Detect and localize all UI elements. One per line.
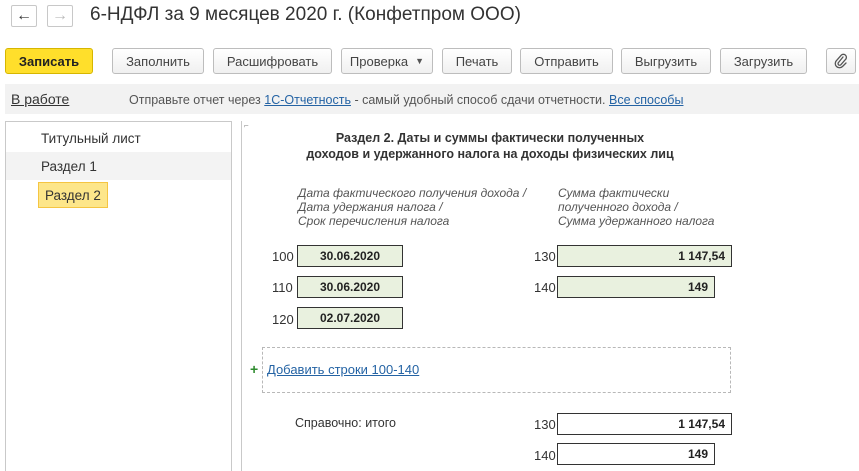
arrow-right-icon: → <box>52 7 68 24</box>
left-head-line-3: Срок перечисления налога <box>298 214 450 228</box>
total-tax-field: 149 <box>557 443 715 465</box>
attach-button[interactable] <box>826 48 856 74</box>
sidebar-item-label: Раздел 1 <box>41 158 97 174</box>
back-button[interactable]: ← <box>11 5 37 27</box>
sidebar-item-title-page[interactable]: Титульный лист <box>6 124 231 152</box>
fill-button[interactable]: Заполнить <box>112 48 204 74</box>
sections-sidebar: Титульный лист Раздел 1 Раздел 2 <box>5 121 232 471</box>
info-message: Отправьте отчет через 1С-Отчетность - са… <box>129 93 683 107</box>
panel-divider <box>241 121 242 471</box>
info-text-after: - самый удобный способ сдачи отчетности. <box>350 93 609 107</box>
left-column-header: Дата фактического получения дохода / Дат… <box>298 186 526 228</box>
income-amount-field[interactable]: 1 147,54 <box>557 245 732 267</box>
check-dropdown-button[interactable]: Проверка ▼ <box>341 48 433 74</box>
tax-withheld-date-field[interactable]: 30.06.2020 <box>297 276 403 298</box>
import-button[interactable]: Загрузить <box>720 48 807 74</box>
forward-button[interactable]: → <box>47 5 73 27</box>
paperclip-icon <box>834 53 848 69</box>
right-head-line-2: полученного дохода / <box>558 200 678 214</box>
print-button[interactable]: Печать <box>442 48 512 74</box>
total-line-code-130: 130 <box>534 417 556 432</box>
save-button[interactable]: Записать <box>5 48 93 74</box>
reference-total-label: Справочно: итого <box>295 416 396 430</box>
total-income-field: 1 147,54 <box>557 413 732 435</box>
sidebar-item-label: Титульный лист <box>41 130 141 146</box>
line-code-100: 100 <box>272 249 294 264</box>
right-head-line-3: Сумма удержанного налога <box>558 214 715 228</box>
right-head-line-1: Сумма фактически <box>558 186 670 200</box>
service-link[interactable]: 1С-Отчетность <box>264 93 351 107</box>
info-text-before: Отправьте отчет через <box>129 93 265 107</box>
decode-button[interactable]: Расшифровать <box>213 48 332 74</box>
plus-icon: + <box>250 361 259 377</box>
income-date-field[interactable]: 30.06.2020 <box>297 245 403 267</box>
total-line-code-140: 140 <box>534 448 556 463</box>
line-code-130: 130 <box>534 249 556 264</box>
left-head-line-1: Дата фактического получения дохода / <box>298 186 527 200</box>
page-title: 6-НДФЛ за 9 месяцев 2020 г. (Конфетпром … <box>90 4 521 25</box>
triangle-down-icon: ▼ <box>415 56 425 66</box>
sidebar-item-label: Раздел 2 <box>38 182 108 208</box>
add-rows-link[interactable]: Добавить строки 100-140 <box>267 362 419 377</box>
sidebar-item-section-2[interactable]: Раздел 2 <box>6 180 231 208</box>
line-code-120: 120 <box>272 312 294 327</box>
sidebar-item-section-1[interactable]: Раздел 1 <box>6 152 231 180</box>
line-code-140: 140 <box>534 280 556 295</box>
arrow-left-icon: ← <box>16 7 32 24</box>
check-button-label: Проверка <box>349 53 409 69</box>
section-title-line-1: Раздел 2. Даты и суммы фактически получе… <box>335 131 645 145</box>
tax-transfer-deadline-field[interactable]: 02.07.2020 <box>297 307 403 329</box>
section-title-line-2: доходов и удержанного налога на доходы ф… <box>306 147 674 161</box>
all-methods-link[interactable]: Все способы <box>609 93 683 107</box>
tax-withheld-amount-field[interactable]: 149 <box>557 276 715 298</box>
send-button[interactable]: Отправить <box>520 48 613 74</box>
corner-marker-icon: ⌐ <box>244 121 249 130</box>
left-head-line-2: Дата удержания налога / <box>298 200 443 214</box>
export-button[interactable]: Выгрузить <box>621 48 711 74</box>
right-column-header: Сумма фактически полученного дохода / Су… <box>558 186 714 228</box>
line-code-110: 110 <box>272 280 293 295</box>
section-title: Раздел 2. Даты и суммы фактически получе… <box>250 130 730 162</box>
status-link[interactable]: В работе <box>11 91 69 107</box>
